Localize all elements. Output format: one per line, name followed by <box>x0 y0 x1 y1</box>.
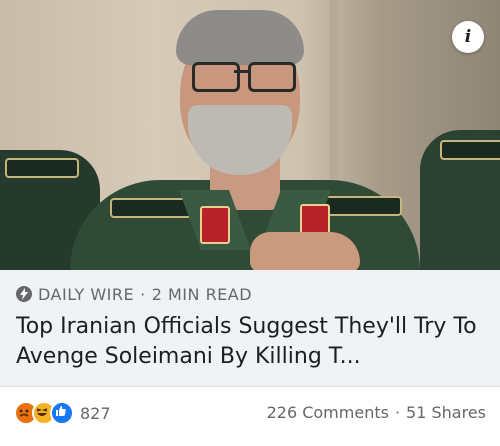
read-time: 2 MIN READ <box>151 284 253 304</box>
stats-separator: · <box>394 403 401 422</box>
engagement-bar: 827 226 Comments · 51 Shares <box>0 386 500 446</box>
hand <box>250 232 360 270</box>
link-post-card[interactable]: i DAILY WIRE · 2 MIN READ Top Iranian Of… <box>0 0 500 446</box>
glasses-bridge <box>234 70 248 73</box>
glasses-right-lens <box>248 62 296 92</box>
article-headline[interactable]: Top Iranian Officials Suggest They'll Tr… <box>16 312 486 372</box>
source-name: DAILY WIRE <box>38 284 135 304</box>
epaulette-right <box>318 196 402 216</box>
info-icon[interactable]: i <box>452 21 484 53</box>
epaulette-right-bg <box>440 140 500 160</box>
source-row: DAILY WIRE · 2 MIN READ <box>16 284 252 304</box>
like-reaction-icon <box>50 401 74 425</box>
comments-count[interactable]: 226 Comments <box>267 403 389 422</box>
epaulette-left-bg <box>5 158 79 178</box>
article-photo[interactable]: i <box>0 0 500 270</box>
shares-count[interactable]: 51 Shares <box>406 403 486 422</box>
reaction-summary[interactable]: 827 <box>14 401 111 425</box>
collar-patch-left <box>200 206 230 244</box>
post-stats: 226 Comments · 51 Shares <box>267 403 486 422</box>
reaction-count: 827 <box>80 403 111 423</box>
epaulette-left <box>110 198 194 218</box>
lightning-bolt-icon <box>16 286 32 302</box>
separator-dot: · <box>140 284 146 304</box>
hair <box>176 10 304 65</box>
link-preview-meta[interactable]: DAILY WIRE · 2 MIN READ Top Iranian Offi… <box>0 270 500 386</box>
glasses-left-lens <box>192 62 240 92</box>
